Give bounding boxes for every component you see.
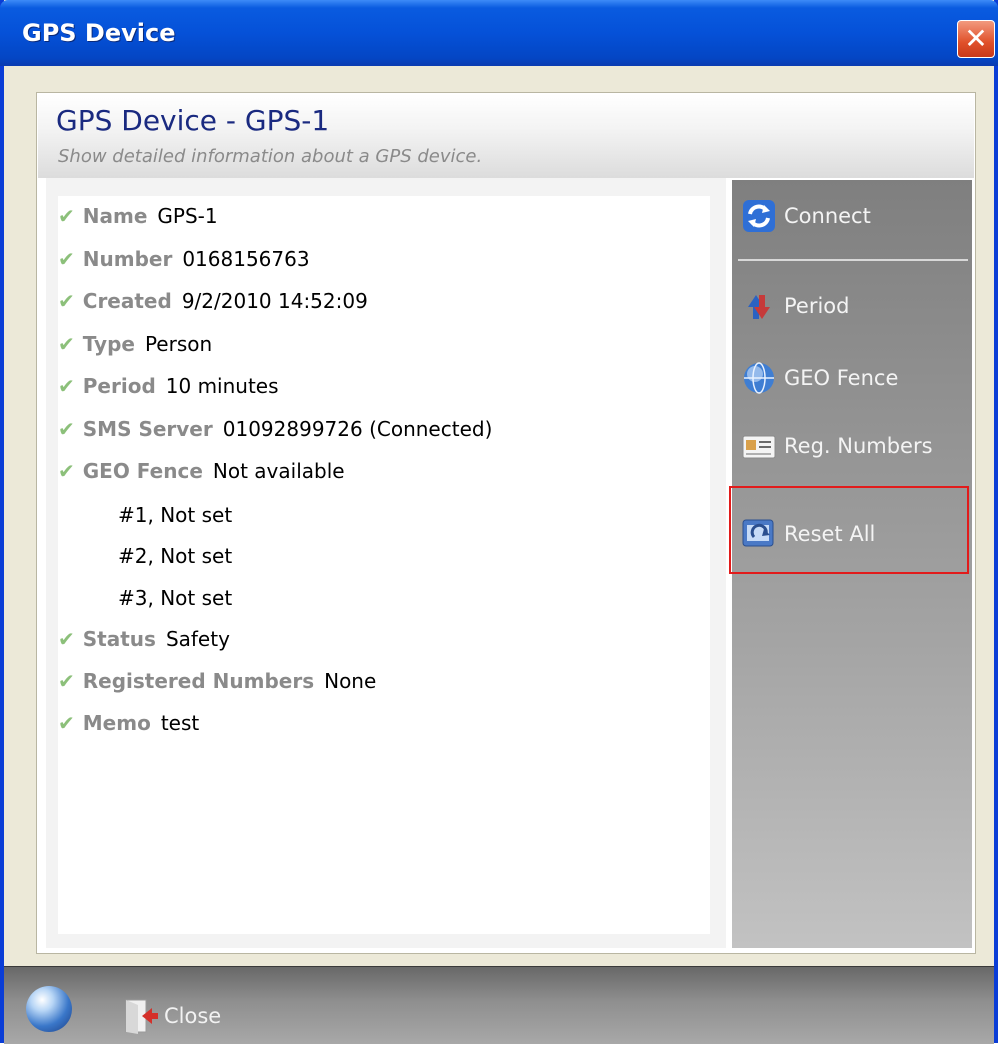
detail-row-sms-server: ✔ SMS Server 01092899726 (Connected) xyxy=(58,417,492,447)
reset-icon xyxy=(742,519,774,547)
title-bar[interactable]: GPS Device ✕ xyxy=(0,0,998,66)
detail-label: GEO Fence xyxy=(82,459,203,483)
window-close-button[interactable]: ✕ xyxy=(957,20,995,58)
check-icon: ✔ xyxy=(58,711,75,735)
detail-row-geo-fence: ✔ GEO Fence Not available xyxy=(58,459,345,489)
check-icon: ✔ xyxy=(58,459,75,483)
reset-all-label: Reset All xyxy=(784,522,876,546)
exit-door-icon xyxy=(125,999,158,1034)
check-icon: ✔ xyxy=(58,417,75,441)
detail-value: 0168156763 xyxy=(182,247,310,271)
check-icon: ✔ xyxy=(58,627,75,651)
detail-value: None xyxy=(324,669,377,693)
detail-label: Status xyxy=(82,627,156,651)
detail-label: Registered Numbers xyxy=(82,669,315,693)
detail-label: Memo xyxy=(82,711,151,735)
detail-label: Name xyxy=(82,204,148,228)
detail-row-registered-numbers: ✔ Registered Numbers None xyxy=(58,669,376,699)
detail-row-status: ✔ Status Safety xyxy=(58,627,230,657)
geo-fence-button[interactable]: GEO Fence xyxy=(740,356,898,400)
detail-row-memo: ✔ Memo test xyxy=(58,711,199,741)
globe-icon xyxy=(744,362,774,394)
check-icon: ✔ xyxy=(58,669,75,693)
detail-row-name: ✔ Name GPS-1 xyxy=(58,204,218,234)
detail-value: Person xyxy=(144,332,213,356)
detail-value: test xyxy=(160,711,200,735)
page-title: GPS Device - GPS-1 xyxy=(56,104,330,137)
detail-row-number: ✔ Number 0168156763 xyxy=(58,247,310,277)
detail-value: 10 minutes xyxy=(165,374,279,398)
check-icon: ✔ xyxy=(58,204,75,228)
detail-label: Created xyxy=(82,289,172,313)
window-title: GPS Device xyxy=(22,19,176,47)
check-icon: ✔ xyxy=(58,247,75,271)
geo-fence-item: #3, Not set xyxy=(118,586,233,610)
geo-fence-label: GEO Fence xyxy=(784,366,899,390)
geo-fence-item: #1, Not set xyxy=(118,503,233,527)
close-label: Close xyxy=(164,1004,222,1028)
detail-row-period: ✔ Period 10 minutes xyxy=(58,374,279,404)
detail-value: Safety xyxy=(165,627,230,651)
detail-label: Type xyxy=(82,332,135,356)
detail-value: Not available xyxy=(212,459,345,483)
reg-numbers-label: Reg. Numbers xyxy=(784,434,933,458)
reg-numbers-button[interactable]: Reg. Numbers xyxy=(740,424,933,468)
geo-fence-item: #2, Not set xyxy=(118,544,233,568)
globe-icon[interactable] xyxy=(26,986,72,1032)
check-icon: ✔ xyxy=(58,332,75,356)
detail-value: 01092899726 (Connected) xyxy=(222,417,493,441)
detail-label: Number xyxy=(82,247,173,271)
detail-label: SMS Server xyxy=(82,417,213,441)
detail-value: 9/2/2010 14:52:09 xyxy=(181,289,368,313)
check-icon: ✔ xyxy=(58,374,75,398)
detail-value: GPS-1 xyxy=(157,204,218,228)
id-card-icon xyxy=(742,435,776,459)
period-arrows-icon xyxy=(748,295,770,319)
refresh-icon xyxy=(743,200,775,232)
connect-button[interactable]: Connect xyxy=(740,194,871,238)
detail-row-created: ✔ Created 9/2/2010 14:52:09 xyxy=(58,289,368,319)
period-label: Period xyxy=(784,294,850,318)
reset-all-button[interactable]: Reset All xyxy=(740,512,875,556)
close-button[interactable]: Close xyxy=(120,996,221,1036)
page-subtitle: Show detailed information about a GPS de… xyxy=(58,146,483,167)
connect-label: Connect xyxy=(784,204,871,228)
actions-separator xyxy=(738,259,968,261)
check-icon: ✔ xyxy=(58,289,75,313)
period-button[interactable]: Period xyxy=(740,284,849,328)
detail-row-type: ✔ Type Person xyxy=(58,332,212,362)
detail-label: Period xyxy=(82,374,156,398)
